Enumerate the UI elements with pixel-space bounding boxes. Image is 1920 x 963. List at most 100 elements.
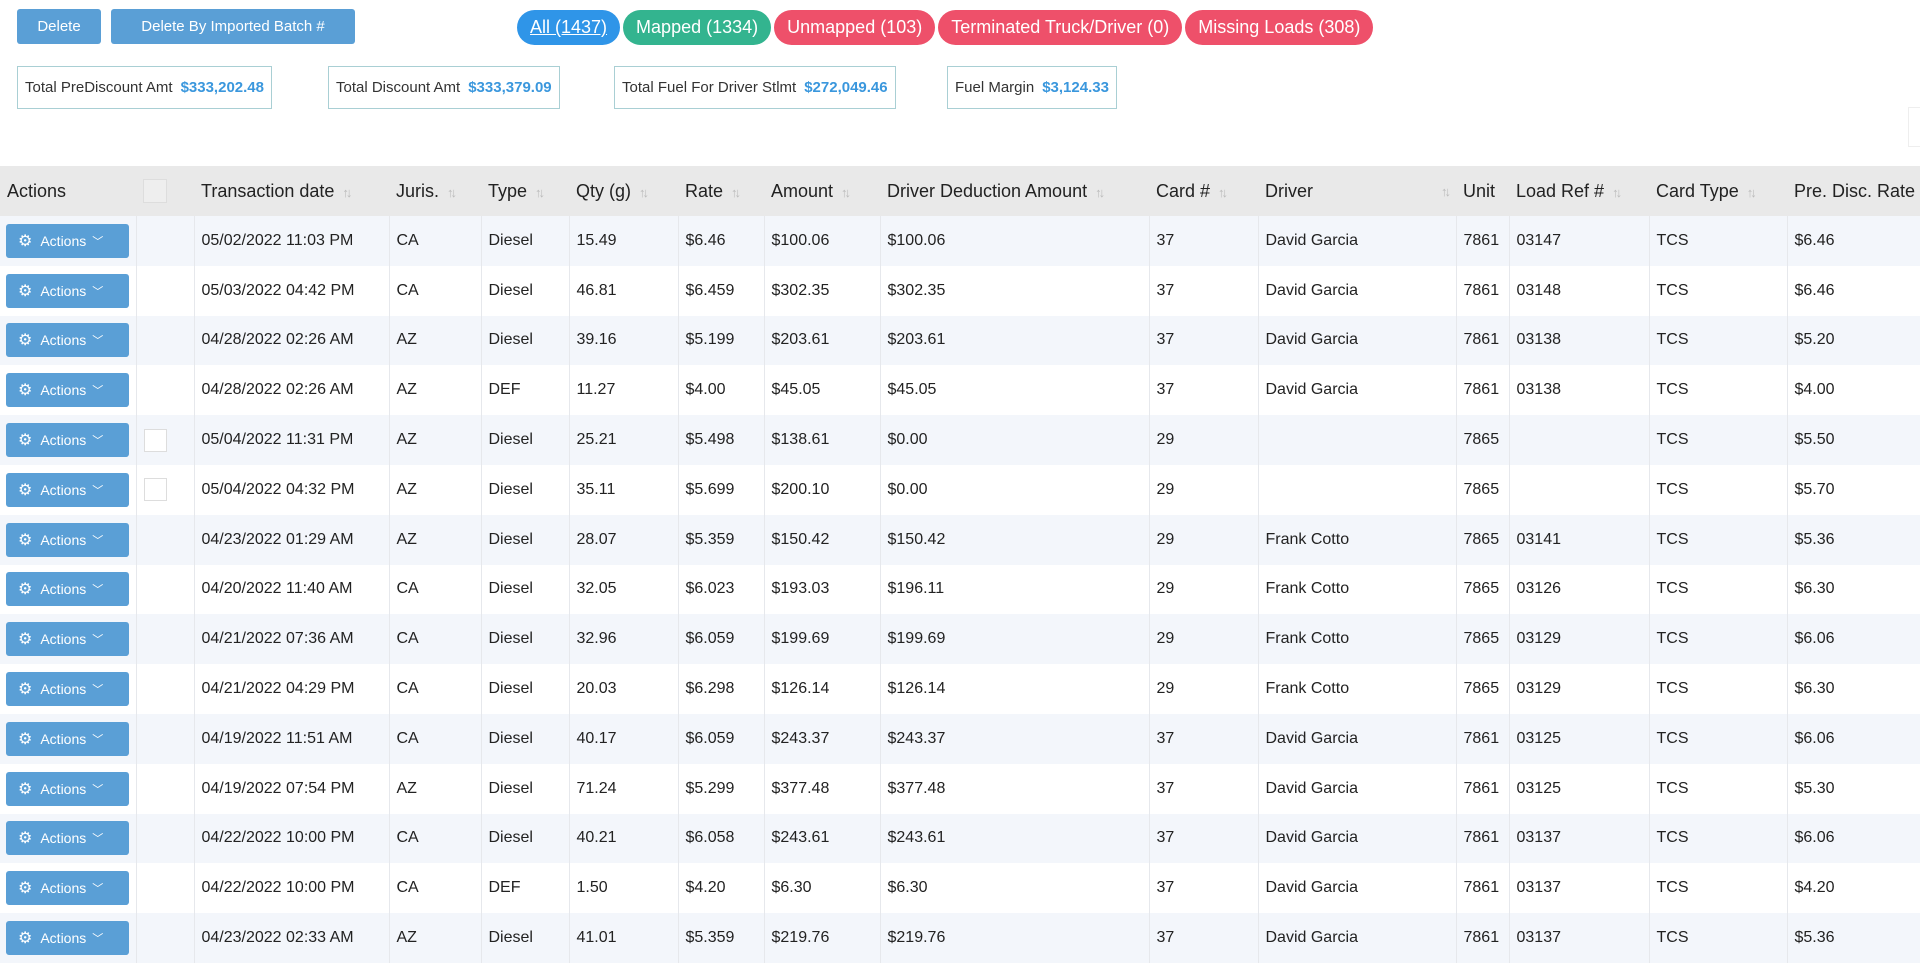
delete-button[interactable]: Delete [17,9,101,44]
row-actions-label: Actions [40,232,87,249]
sort-icon[interactable]: ↑↓ [1218,185,1228,200]
cell-card-number: 29 [1148,614,1258,665]
col-qty[interactable]: Qty (g) ↑↓ [569,166,678,216]
cell-unit: 7861 [1455,713,1509,764]
row-checkbox[interactable] [143,428,167,452]
col-load-ref[interactable]: Load Ref # ↑↓ [1509,166,1649,216]
cell-unit: 7861 [1455,315,1509,366]
sort-icon[interactable]: ↑↓ [1095,185,1105,200]
row-actions-button[interactable]: ⚙ Actions ﹀ [6,721,129,756]
cell-card-type: TCS [1648,514,1787,565]
chevron-down-icon: ﹀ [92,634,104,647]
cell-pre-disc-rate: $6.06 [1786,614,1920,665]
filter-terminated[interactable]: Terminated Truck/Driver (0) [938,10,1183,45]
col-card[interactable]: Card # ↑↓ [1149,166,1258,216]
col-type[interactable]: Type ↑↓ [481,166,569,216]
table-row: ⚙ Actions ﹀ 04/20/2022 11:40 AM CA Diesel 32.0… [0,564,1920,615]
select-all-checkbox[interactable] [143,179,167,203]
cell-transaction-date: 04/19/2022 11:51 AM [193,713,389,764]
cell-type: Diesel [480,315,569,366]
cell-select [135,813,194,864]
row-actions-button[interactable]: ⚙ Actions ﹀ [6,323,129,358]
table-row: ⚙ Actions ﹀ 05/03/2022 04:42 PM CA Diesel 46.8… [0,265,1920,316]
col-amount[interactable]: Amount ↑↓ [764,166,880,216]
cell-card-type: TCS [1648,713,1787,764]
delete-by-batch-button[interactable]: Delete By Imported Batch # [111,9,355,44]
row-actions-button[interactable]: ⚙ Actions ﹀ [6,273,129,308]
cell-transaction-date: 04/19/2022 07:54 PM [193,763,389,814]
cell-juris: CA [388,713,481,764]
cell-card-type: TCS [1648,365,1787,416]
cell-pre-disc-rate: $6.46 [1786,265,1920,316]
cell-rate: $6.459 [677,265,764,316]
cell-rate: $5.299 [677,763,764,814]
row-actions-button[interactable]: ⚙ Actions ﹀ [6,771,129,806]
cell-pre-disc-rate: $6.46 [1786,216,1920,266]
cell-actions: ⚙ Actions ﹀ [0,614,136,664]
cell-actions: ⚙ Actions ﹀ [0,266,136,316]
row-actions-button[interactable]: ⚙ Actions ﹀ [6,373,129,408]
cell-juris: CA [388,664,481,714]
cell-juris: AZ [388,464,481,515]
cell-transaction-date: 05/03/2022 04:42 PM [193,265,389,316]
cell-card-number: 37 [1148,863,1258,914]
filter-unmapped[interactable]: Unmapped (103) [774,10,936,45]
row-actions-button[interactable]: ⚙ Actions ﹀ [6,821,129,856]
sort-icon[interactable]: ↑↓ [639,185,649,200]
cell-select [135,514,194,565]
col-transaction-date[interactable]: Transaction date ↑↓ [194,166,389,216]
cell-qty: 11.27 [568,365,678,416]
cell-qty: 25.21 [568,415,678,465]
sort-icon[interactable]: ↑↓ [1612,185,1622,200]
col-driver[interactable]: Driver ↑↓ [1258,166,1456,216]
sort-icon[interactable]: ↑↓ [342,185,352,200]
sort-icon[interactable]: ↑↓ [447,185,457,200]
cell-select [135,614,194,665]
cell-card-number: 29 [1148,664,1258,714]
row-actions-button[interactable]: ⚙ Actions ﹀ [6,622,129,657]
cell-juris: CA [388,614,481,665]
sort-icon[interactable]: ↑↓ [535,185,545,200]
summary-value: $272,049.46 [804,79,888,96]
cell-juris: AZ [388,415,481,465]
sort-icon[interactable]: ↑↓ [731,185,741,200]
row-actions-button[interactable]: ⚙ Actions ﹀ [6,223,129,258]
gear-icon: ⚙ [18,780,33,798]
row-actions-button[interactable]: ⚙ Actions ﹀ [6,522,129,557]
sort-icon[interactable]: ↑↓ [1747,185,1757,200]
col-driver-deduction[interactable]: Driver Deduction Amount ↑↓ [880,166,1149,216]
cell-unit: 7861 [1455,813,1509,864]
cell-unit: 7865 [1455,415,1509,465]
sort-icon[interactable]: ↑↓ [1441,184,1451,199]
cell-driver: David Garcia [1257,813,1456,864]
row-actions-button[interactable]: ⚙ Actions ﹀ [6,672,129,707]
cell-actions: ⚙ Actions ﹀ [0,316,136,366]
filter-mapped[interactable]: Mapped (1334) [623,10,772,45]
summary-discount: Total Discount Amt $333,379.09 [328,66,560,109]
cell-load-ref: 03125 [1508,713,1649,764]
filter-all[interactable]: All (1437) [517,10,621,45]
cell-load-ref [1508,415,1649,465]
row-checkbox[interactable] [143,478,167,502]
row-actions-button[interactable]: ⚙ Actions ﹀ [6,871,129,906]
cell-driver-deduction: $377.48 [879,763,1149,814]
cell-transaction-date: 04/22/2022 10:00 PM [193,813,389,864]
cell-actions: ⚙ Actions ﹀ [0,863,136,913]
row-actions-button[interactable]: ⚙ Actions ﹀ [6,572,129,607]
row-actions-button[interactable]: ⚙ Actions ﹀ [6,423,129,458]
cell-unit: 7865 [1455,614,1509,665]
sort-icon[interactable]: ↑↓ [841,185,851,200]
cell-amount: $138.61 [763,415,880,465]
filter-missing-loads[interactable]: Missing Loads (308) [1185,10,1374,45]
col-juris[interactable]: Juris. ↑↓ [389,166,481,216]
cell-type: Diesel [480,713,569,764]
col-card-type[interactable]: Card Type ↑↓ [1649,166,1787,216]
row-actions-button[interactable]: ⚙ Actions ﹀ [6,921,129,956]
table-row: ⚙ Actions ﹀ 04/19/2022 11:51 AM CA Diesel 40.1… [0,713,1920,764]
cell-transaction-date: 04/23/2022 02:33 AM [193,913,389,963]
cell-actions: ⚙ Actions ﹀ [0,664,136,714]
cell-card-type: TCS [1648,813,1787,864]
col-rate[interactable]: Rate ↑↓ [678,166,764,216]
row-actions-button[interactable]: ⚙ Actions ﹀ [6,472,129,507]
cell-load-ref: 03129 [1508,614,1649,665]
